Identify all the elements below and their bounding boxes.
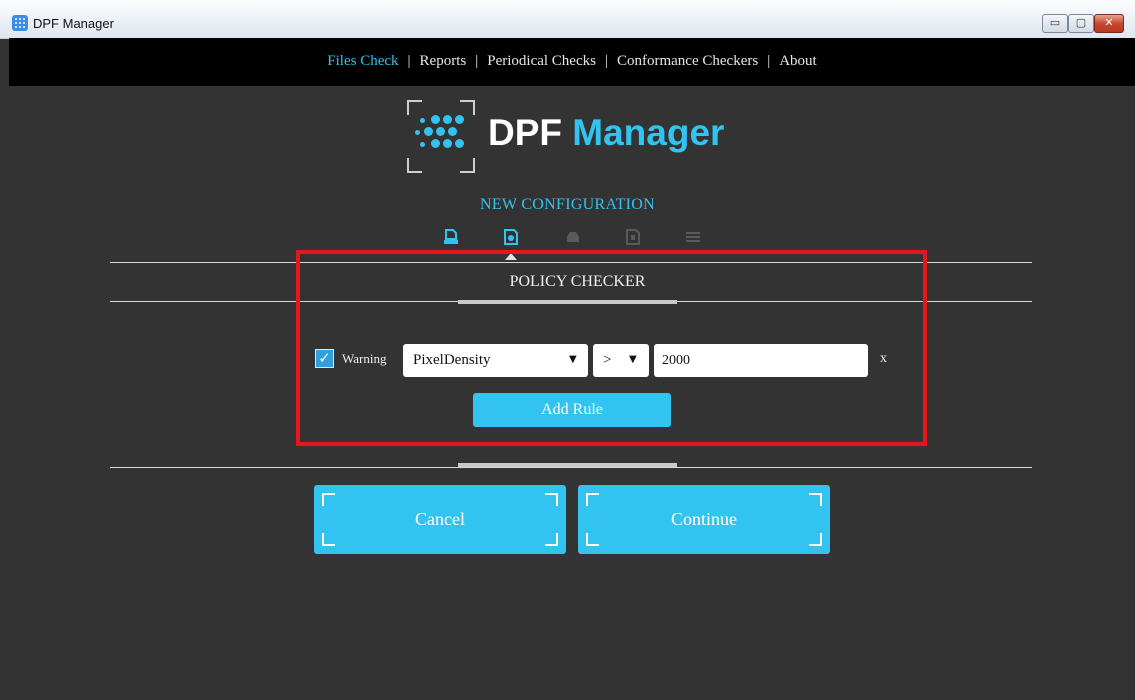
logo-word-manager: Manager [572, 112, 725, 153]
logo-dots-icon [413, 113, 465, 157]
title-bar: DPF Manager ▭ ▢ ✕ [0, 0, 1135, 39]
logo-text: DPF Manager [488, 112, 724, 154]
logo-corner-icon [407, 158, 422, 173]
window-title: DPF Manager [33, 16, 114, 31]
inbox-step-icon[interactable] [565, 229, 581, 245]
logo-corner-icon [460, 158, 475, 173]
continue-button-label: Continue [671, 509, 737, 529]
maximize-icon: ▢ [1075, 16, 1087, 29]
highlight-box [296, 250, 927, 446]
policy-step-icon[interactable] [503, 229, 519, 245]
menu-bar: Files Check | Reports | Periodical Checks | Co… [9, 38, 1135, 86]
cancel-button[interactable]: Cancel [314, 485, 566, 554]
close-button[interactable]: ✕ [1094, 14, 1124, 33]
menu-item-files-check[interactable]: Files Check [327, 53, 398, 69]
menu-separator: | [604, 53, 608, 69]
app-window: DPF Manager ▭ ▢ ✕ Files Check | Reports | Pe… [0, 0, 1135, 700]
continue-button[interactable]: Continue [578, 485, 830, 554]
document-step-icon[interactable] [443, 229, 459, 245]
maximize-button[interactable]: ▢ [1068, 14, 1094, 33]
menu-separator: | [767, 53, 771, 69]
app-icon [12, 15, 28, 31]
code-file-step-icon[interactable] [625, 229, 641, 245]
cancel-button-label: Cancel [415, 509, 465, 529]
menu-separator: | [407, 53, 411, 69]
list-step-icon[interactable] [685, 229, 701, 245]
minimize-button[interactable]: ▭ [1042, 14, 1068, 33]
main-menu: Files Check | Reports | Periodical Checks | Co… [9, 53, 1135, 70]
menu-item-conformance-checkers[interactable]: Conformance Checkers [617, 53, 758, 69]
divider-line [110, 467, 1032, 468]
logo-word-dpf: DPF [488, 112, 562, 153]
section-underline [458, 463, 677, 467]
menu-item-about[interactable]: About [779, 53, 817, 69]
menu-separator: | [475, 53, 479, 69]
wizard-heading: NEW CONFIGURATION [479, 196, 656, 213]
close-icon: ✕ [1104, 16, 1114, 29]
menu-item-reports[interactable]: Reports [420, 53, 467, 69]
minimize-icon: ▭ [1049, 16, 1061, 29]
menu-item-periodical-checks[interactable]: Periodical Checks [487, 53, 596, 69]
